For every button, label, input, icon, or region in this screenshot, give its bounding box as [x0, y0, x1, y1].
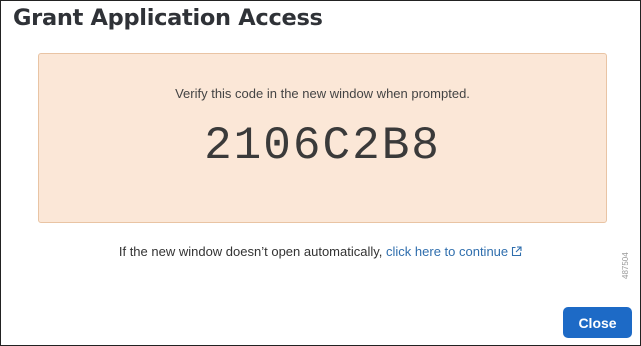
fallback-text: If the new window doesn’t open automatic… [118, 244, 383, 259]
grant-access-dialog: Grant Application Access Verify this cod… [0, 0, 641, 346]
figure-id-watermark: 487504 [621, 252, 630, 279]
continue-link-label: click here to continue [386, 244, 509, 259]
verification-code-panel: Verify this code in the new window when … [38, 53, 607, 223]
code-instruction: Verify this code in the new window when … [175, 86, 470, 101]
continue-link[interactable]: click here to continue [386, 244, 522, 259]
close-button[interactable]: Close [563, 307, 632, 338]
verification-code: 2106C2B8 [204, 120, 441, 172]
fallback-message: If the new window doesn’t open automatic… [1, 244, 640, 260]
external-link-icon [511, 245, 522, 260]
dialog-title: Grant Application Access [13, 5, 323, 31]
